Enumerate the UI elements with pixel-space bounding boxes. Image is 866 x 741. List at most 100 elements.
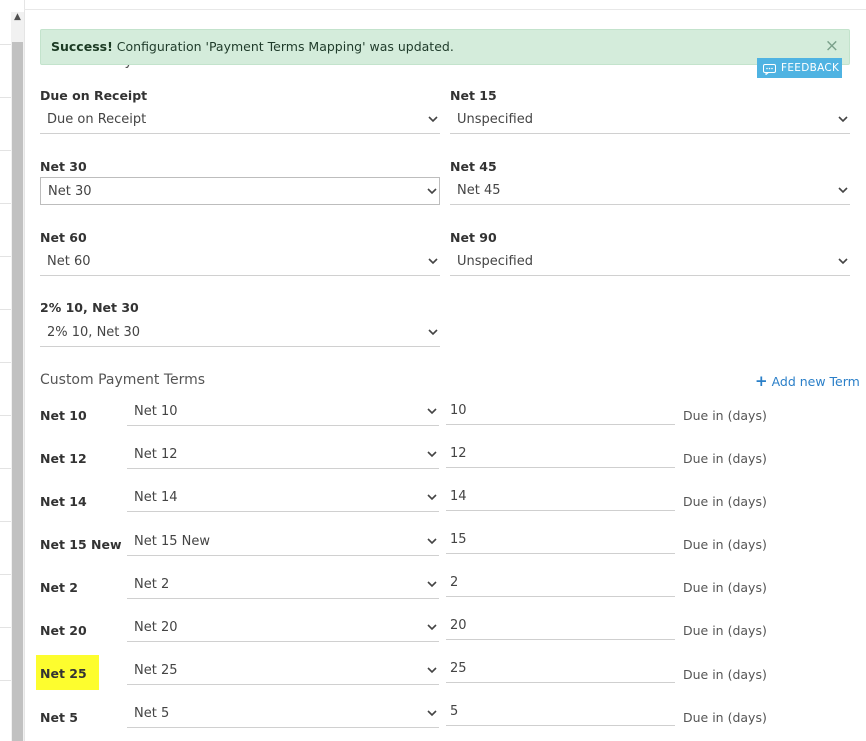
due-in-days-label: Due in (days) bbox=[683, 710, 767, 725]
custom-section-title: Custom Payment Terms bbox=[40, 372, 206, 388]
chat-icon bbox=[763, 62, 776, 76]
chevron-down-icon bbox=[427, 187, 437, 195]
field-label-net-90: Net 90 bbox=[450, 230, 497, 245]
select-value: Unspecified bbox=[457, 254, 533, 269]
custom-row-select[interactable]: Net 10 bbox=[127, 398, 439, 426]
chevron-down-icon bbox=[427, 493, 437, 501]
select-2-10-net-30[interactable]: 2% 10, Net 30 bbox=[40, 319, 440, 347]
custom-row-select[interactable]: Net 5 bbox=[127, 700, 439, 728]
alert-message: Configuration 'Payment Terms Mapping' wa… bbox=[116, 39, 454, 54]
custom-row-label: Net 14 bbox=[40, 494, 87, 509]
custom-row-select[interactable]: Net 12 bbox=[127, 441, 439, 469]
left-divider bbox=[0, 574, 11, 575]
due-in-days-label: Due in (days) bbox=[683, 623, 767, 638]
left-divider bbox=[0, 362, 11, 363]
custom-row-days-input[interactable]: 15 bbox=[446, 528, 675, 554]
custom-row-select[interactable]: Net 15 New bbox=[127, 528, 439, 556]
due-in-days-label: Due in (days) bbox=[683, 451, 767, 466]
select-value: Net 15 New bbox=[134, 534, 210, 549]
select-due-on-receipt[interactable]: Due on Receipt bbox=[40, 106, 440, 134]
select-value: Unspecified bbox=[457, 112, 533, 127]
select-net-15[interactable]: Unspecified bbox=[450, 106, 850, 134]
chevron-down-icon bbox=[838, 186, 848, 194]
left-divider bbox=[0, 521, 11, 522]
left-divider bbox=[0, 150, 11, 151]
left-panel: ▲ bbox=[0, 0, 25, 741]
select-value: Net 20 bbox=[134, 620, 178, 635]
left-divider bbox=[0, 44, 11, 45]
custom-row-label: Net 12 bbox=[40, 451, 87, 466]
chevron-down-icon bbox=[427, 407, 437, 415]
custom-row-label-highlighted: Net 25 bbox=[36, 655, 99, 690]
custom-row-select[interactable]: Net 2 bbox=[127, 571, 439, 599]
select-value: Net 45 bbox=[457, 183, 501, 198]
left-divider bbox=[0, 415, 11, 416]
select-value: Net 12 bbox=[134, 447, 178, 462]
custom-row-select[interactable]: Net 25 bbox=[127, 657, 439, 685]
arrow-up-icon[interactable]: ▲ bbox=[12, 10, 23, 24]
custom-row-label: Net 2 bbox=[40, 580, 78, 595]
select-value: Net 2 bbox=[134, 577, 170, 592]
left-divider bbox=[0, 203, 11, 204]
select-value: Net 14 bbox=[134, 490, 178, 505]
select-net-60[interactable]: Net 60 bbox=[40, 248, 440, 276]
field-label-net-45: Net 45 bbox=[450, 159, 497, 174]
custom-row-select[interactable]: Net 20 bbox=[127, 614, 439, 642]
chevron-down-icon bbox=[427, 666, 437, 674]
field-label-net-30: Net 30 bbox=[40, 159, 87, 174]
custom-row-days-input[interactable]: 14 bbox=[446, 485, 675, 511]
custom-row-days-input[interactable]: 5 bbox=[446, 700, 675, 726]
field-label-2-10-net-30: 2% 10, Net 30 bbox=[40, 300, 139, 315]
due-in-days-label: Due in (days) bbox=[683, 580, 767, 595]
left-divider bbox=[0, 627, 11, 628]
chevron-down-icon bbox=[427, 537, 437, 545]
left-divider bbox=[0, 256, 11, 257]
select-value: Net 25 bbox=[134, 663, 178, 678]
select-net-90[interactable]: Unspecified bbox=[450, 248, 850, 276]
chevron-down-icon bbox=[427, 709, 437, 717]
due-in-days-label: Due in (days) bbox=[683, 667, 767, 682]
scrollbar-thumb[interactable] bbox=[12, 42, 23, 741]
left-divider bbox=[0, 309, 11, 310]
feedback-label: FEEDBACK bbox=[781, 62, 840, 74]
custom-row-select[interactable]: Net 14 bbox=[127, 484, 439, 512]
custom-row-days-input[interactable]: 2 bbox=[446, 571, 675, 597]
custom-row-label: Net 20 bbox=[40, 623, 87, 638]
custom-row-label: Net 15 New bbox=[40, 537, 122, 552]
chevron-down-icon bbox=[427, 450, 437, 458]
chevron-down-icon bbox=[427, 623, 437, 631]
main-content: Standard Payment Terms Success! Configur… bbox=[24, 10, 866, 741]
custom-row-days-input[interactable]: 20 bbox=[446, 614, 675, 640]
left-divider bbox=[0, 97, 11, 98]
plus-icon: + bbox=[755, 372, 768, 390]
chevron-down-icon bbox=[838, 257, 848, 265]
chevron-down-icon bbox=[838, 115, 848, 123]
chevron-down-icon bbox=[428, 257, 438, 265]
custom-row-label: Net 10 bbox=[40, 408, 87, 423]
add-new-term-label: Add new Term bbox=[771, 374, 860, 389]
select-value: Net 5 bbox=[134, 706, 170, 721]
custom-row-days-input[interactable]: 10 bbox=[446, 399, 675, 425]
feedback-button[interactable]: FEEDBACK bbox=[757, 58, 842, 78]
select-value: Net 30 bbox=[48, 184, 92, 199]
custom-row-days-input[interactable]: 12 bbox=[446, 442, 675, 468]
custom-row-days-input[interactable]: 25 bbox=[446, 657, 675, 683]
select-net-30[interactable]: Net 30 bbox=[40, 177, 440, 205]
select-net-45[interactable]: Net 45 bbox=[450, 177, 850, 205]
due-in-days-label: Due in (days) bbox=[683, 408, 767, 423]
left-divider bbox=[0, 680, 11, 681]
select-value: Net 60 bbox=[47, 254, 91, 269]
add-new-term-link[interactable]: + Add new Term bbox=[755, 372, 860, 390]
select-value: 2% 10, Net 30 bbox=[47, 325, 141, 340]
chevron-down-icon bbox=[427, 580, 437, 588]
due-in-days-label: Due in (days) bbox=[683, 494, 767, 509]
select-value: Due on Receipt bbox=[47, 112, 147, 127]
chevron-down-icon bbox=[428, 328, 438, 336]
field-label-net-15: Net 15 bbox=[450, 88, 497, 103]
left-divider bbox=[0, 468, 11, 469]
success-alert: Success! Configuration 'Payment Terms Ma… bbox=[40, 29, 850, 65]
custom-row-label: Net 5 bbox=[40, 710, 78, 725]
field-label-due-on-receipt: Due on Receipt bbox=[40, 88, 148, 103]
chevron-down-icon bbox=[428, 115, 438, 123]
select-value: Net 10 bbox=[134, 404, 178, 419]
